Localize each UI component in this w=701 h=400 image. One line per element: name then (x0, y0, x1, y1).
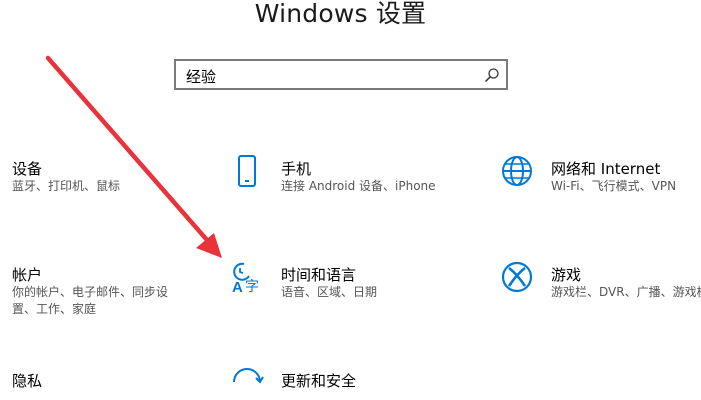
annotation-arrow (45, 55, 222, 258)
